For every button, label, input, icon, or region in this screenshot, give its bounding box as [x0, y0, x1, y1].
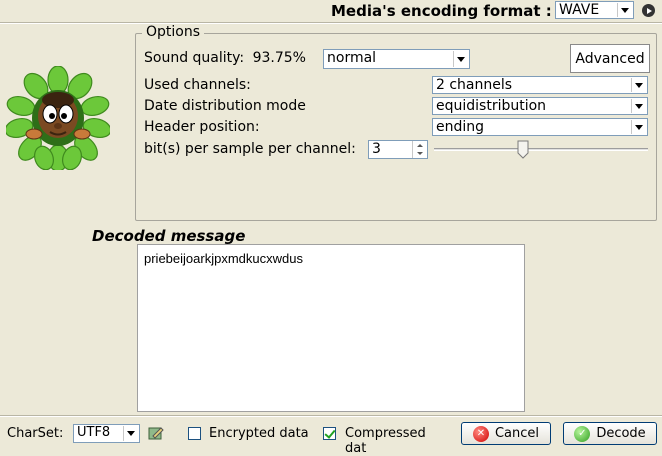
charset-label: CharSet:	[7, 426, 64, 441]
header-position-value: ending	[436, 119, 485, 135]
media-format-label: Media's encoding format :	[331, 2, 552, 20]
sound-quality-select[interactable]: normal	[323, 49, 470, 69]
media-format-value: WAVE	[559, 2, 600, 18]
used-channels-select[interactable]: 2 channels	[432, 76, 648, 94]
chevron-down-icon[interactable]	[453, 51, 468, 67]
used-channels-value: 2 channels	[436, 77, 513, 93]
check-icon: ✓	[574, 425, 591, 442]
encrypted-data-label[interactable]: Encrypted data	[209, 426, 309, 441]
edit-icon[interactable]	[148, 425, 164, 441]
chevron-down-icon[interactable]	[631, 78, 646, 92]
mascot-logo	[6, 66, 110, 170]
play-icon[interactable]	[642, 4, 655, 17]
charset-select[interactable]: UTF8	[73, 424, 140, 443]
bits-per-sample-stepper[interactable]: 3	[368, 140, 428, 159]
used-channels-label: Used channels:	[144, 77, 251, 93]
cancel-button-label: Cancel	[494, 426, 540, 441]
bits-per-sample-value: 3	[372, 141, 381, 157]
sound-quality-label-text: Sound quality:	[144, 50, 245, 66]
decoded-message-label: Decoded message	[92, 227, 246, 245]
stepper-buttons[interactable]	[412, 141, 427, 158]
charset-value: UTF8	[77, 425, 111, 440]
stepper-up-icon[interactable]	[413, 141, 427, 150]
advanced-button[interactable]: Advanced	[570, 44, 650, 73]
header-position-label: Header position:	[144, 119, 260, 135]
decode-button-label: Decode	[596, 426, 646, 441]
sound-quality-percent: 93.75%	[252, 50, 306, 66]
cancel-button[interactable]: ✕ Cancel	[461, 422, 551, 445]
decoded-message-textarea[interactable]: priebeijoarkjpxmdkucxwdus	[137, 244, 525, 412]
bits-per-sample-slider[interactable]	[434, 139, 648, 161]
decode-button[interactable]: ✓ Decode	[563, 422, 657, 445]
header-position-select[interactable]: ending	[432, 118, 648, 136]
options-legend: Options	[142, 24, 205, 40]
slider-track[interactable]	[434, 148, 648, 151]
media-format-select[interactable]: WAVE	[555, 1, 634, 19]
cancel-icon: ✕	[472, 425, 489, 442]
chevron-down-icon[interactable]	[631, 120, 646, 134]
date-distribution-value: equidistribution	[436, 98, 547, 114]
sound-quality-label: Sound quality: 93.75%	[144, 50, 306, 66]
compressed-data-label[interactable]: Compressed dat	[345, 426, 449, 456]
compressed-data-checkbox[interactable]	[323, 427, 336, 440]
encrypted-data-checkbox[interactable]	[188, 427, 201, 440]
date-distribution-select[interactable]: equidistribution	[432, 97, 648, 115]
footer-divider	[0, 415, 662, 417]
header-divider	[0, 22, 662, 24]
sound-quality-value: normal	[327, 50, 377, 66]
slider-thumb[interactable]	[517, 140, 529, 159]
chevron-down-icon[interactable]	[617, 3, 632, 17]
chevron-down-icon[interactable]	[123, 426, 138, 441]
date-distribution-label: Date distribution mode	[144, 98, 306, 114]
stepper-down-icon[interactable]	[413, 150, 427, 159]
chevron-down-icon[interactable]	[631, 99, 646, 113]
bits-per-sample-label: bit(s) per sample per channel:	[144, 141, 356, 157]
